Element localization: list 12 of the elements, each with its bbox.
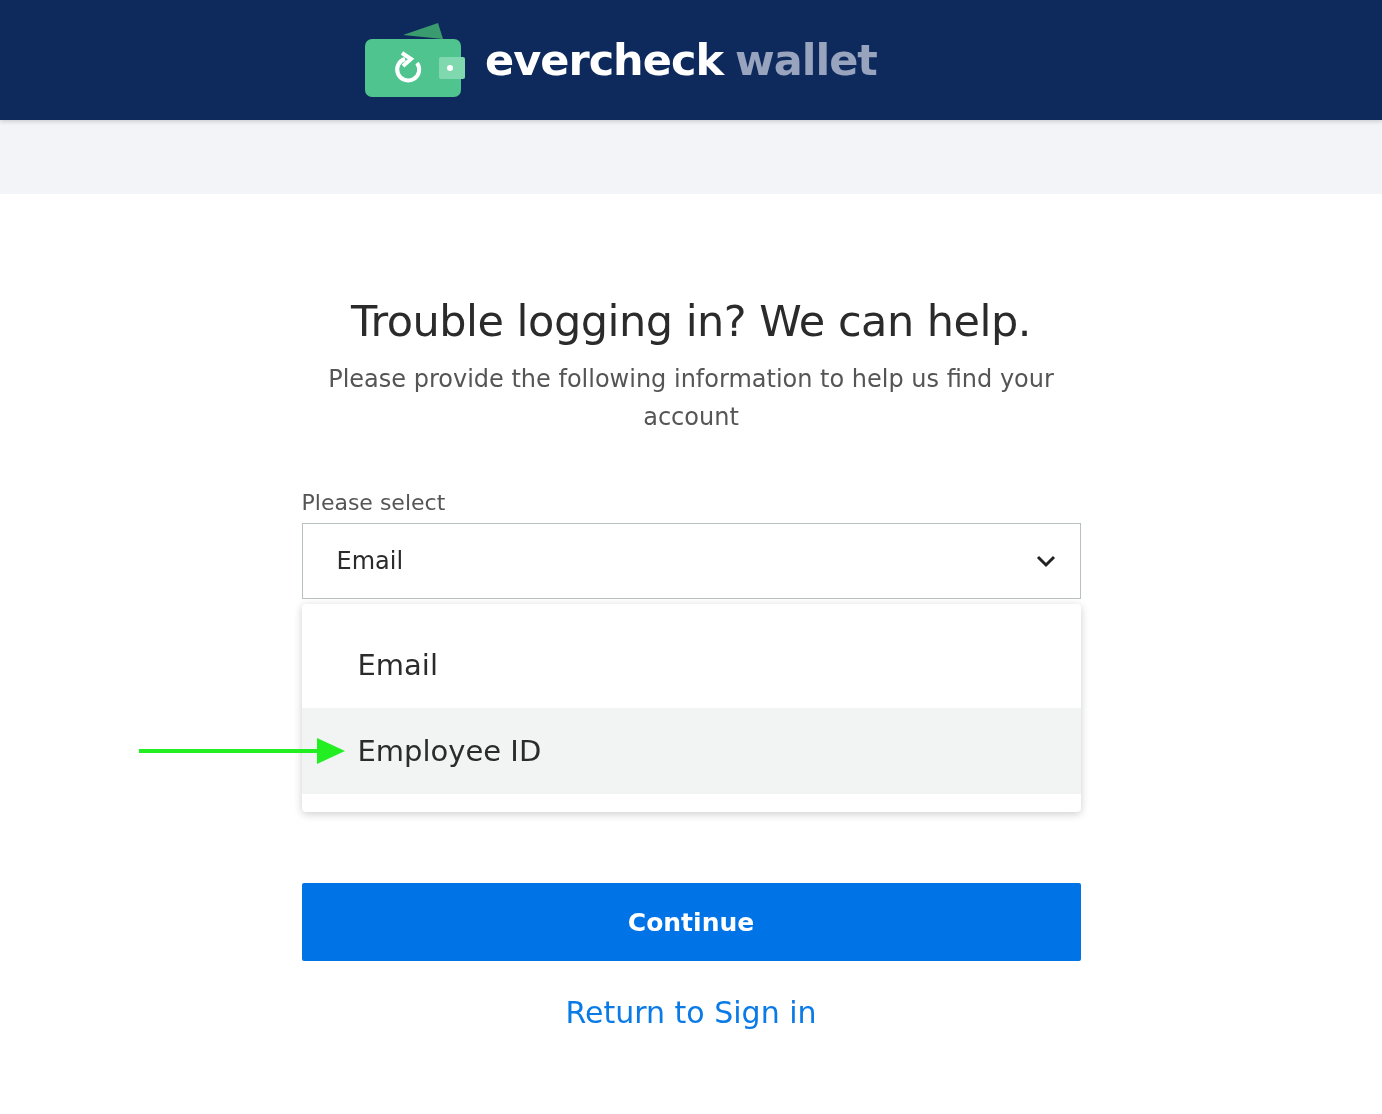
page-subtitle: Please provide the following information to help us find your account	[327, 364, 1055, 433]
select-field[interactable]: Email	[301, 523, 1081, 599]
field-label: Please select	[301, 490, 447, 515]
dropdown-option[interactable]: Email	[301, 622, 1081, 708]
continue-button[interactable]: Continue	[301, 883, 1081, 961]
page-heading: Trouble logging in? We can help.	[351, 296, 1031, 346]
chevron-down-icon	[1035, 554, 1056, 568]
brand-name: evercheck	[485, 35, 723, 85]
dropdown-option[interactable]: Employee ID	[301, 708, 1081, 794]
wallet-logo-icon	[365, 23, 466, 99]
brand-name-suffix: wallet	[735, 35, 877, 85]
return-link[interactable]: Return to Sign in	[565, 995, 817, 1030]
